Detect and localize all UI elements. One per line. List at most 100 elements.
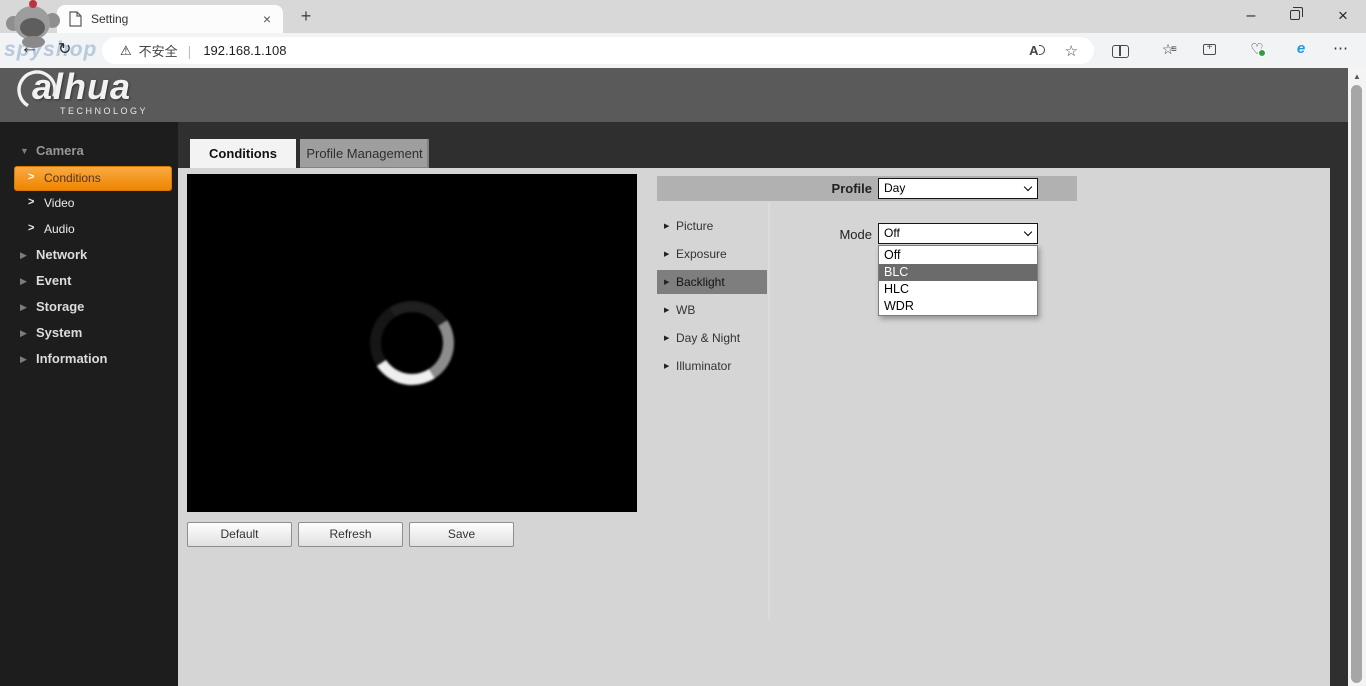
sidebar-item-event[interactable]: ▶ Event (0, 271, 178, 293)
screen: Setting × + – × spyshop ← ↻ ⚠ 不安全 | 192.… (0, 0, 1366, 686)
panel-item-label: Backlight (676, 275, 725, 289)
panel-item-wb[interactable]: ▶ WB (657, 298, 767, 322)
panel-item-exposure[interactable]: ▶ Exposure (657, 242, 767, 266)
sidebar-item-conditions[interactable]: > Conditions (14, 166, 172, 191)
sidebar-item-video[interactable]: > Video (0, 194, 178, 214)
logo-subtext: TECHNOLOGY (60, 106, 148, 116)
sidebar-item-system[interactable]: ▶ System (0, 323, 178, 345)
collapsed-triangle-icon: ▶ (20, 302, 27, 313)
panel-item-label: Picture (676, 219, 713, 233)
panel-item-label: Exposure (676, 247, 727, 261)
panel-item-label: Day & Night (676, 331, 740, 345)
collapsed-triangle-icon: ▶ (20, 250, 27, 261)
tab-conditions[interactable]: Conditions (190, 139, 296, 168)
chevron-down-icon (1024, 228, 1032, 236)
collections-plus: + (1204, 42, 1215, 53)
browser-scrollbar[interactable]: ▲ (1348, 68, 1366, 686)
url-text[interactable]: 192.168.1.108 (203, 43, 1029, 58)
mascot-body (22, 36, 45, 48)
scroll-up-icon[interactable]: ▲ (1348, 72, 1366, 81)
tab-profile-management[interactable]: Profile Management (300, 139, 429, 168)
sidebar: ▼ Camera > Conditions > Video > Audio ▶ … (0, 122, 178, 686)
mode-label: Mode (786, 227, 872, 242)
favorites-list-lines: ≡ (1171, 44, 1177, 55)
split-screen-icon[interactable] (1112, 45, 1129, 58)
scrollbar-thumb[interactable] (1351, 85, 1362, 683)
sidebar-item-label: Storage (36, 299, 84, 314)
panel-item-day-night[interactable]: ▶ Day & Night (657, 326, 767, 350)
profile-select[interactable]: Day (878, 178, 1038, 199)
refresh-button[interactable]: Refresh (298, 522, 403, 547)
logo-text: alhua (32, 66, 131, 108)
sidebar-item-camera[interactable]: ▼ Camera (0, 141, 178, 163)
save-button[interactable]: Save (409, 522, 514, 547)
window-minimize-button[interactable]: – (1230, 3, 1272, 30)
expanded-triangle-icon: ▼ (20, 146, 29, 156)
url-separator: | (188, 43, 192, 59)
sidebar-item-network[interactable]: ▶ Network (0, 245, 178, 267)
arrow-right-icon: ▶ (664, 250, 669, 258)
security-warning-text[interactable]: 不安全 (139, 41, 178, 60)
mode-dropdown-list: Off BLC HLC WDR (878, 245, 1038, 316)
mode-option-blc[interactable]: BLC (879, 264, 1037, 281)
sidebar-item-label: Audio (44, 222, 75, 236)
chevron-right-icon: > (28, 196, 34, 208)
panel-divider (768, 202, 770, 620)
app-header: alhua TECHNOLOGY Live Playback Setting A… (0, 68, 1348, 122)
sidebar-item-label: Camera (36, 143, 84, 158)
browser-address-bar: spyshop ← ↻ ⚠ 不安全 | 192.168.1.108 A ☆ ☆ … (0, 33, 1366, 68)
sidebar-item-information[interactable]: ▶ Information (0, 349, 178, 371)
panel-item-illuminator[interactable]: ▶ Illuminator (657, 354, 767, 378)
default-button[interactable]: Default (187, 522, 292, 547)
chevron-right-icon: > (28, 222, 34, 234)
loading-spinner-icon (362, 293, 462, 393)
mode-select-value: Off (884, 226, 900, 240)
window-close-button[interactable]: × (1322, 3, 1364, 30)
favorites-list-icon[interactable]: ☆ ≡ (1156, 41, 1180, 61)
arrow-right-icon: ▶ (664, 222, 669, 230)
chevron-down-icon (1024, 183, 1032, 191)
panel-item-picture[interactable]: ▶ Picture (657, 214, 767, 238)
arrow-right-icon: ▶ (664, 278, 669, 286)
more-menu-icon[interactable]: ⋯ (1330, 39, 1352, 59)
mascot-hat-dot (29, 0, 37, 8)
mode-option-wdr[interactable]: WDR (879, 298, 1037, 315)
browser-essentials-icon[interactable]: ♡ (1246, 40, 1268, 60)
panel-item-label: Illuminator (676, 359, 731, 373)
sidebar-item-label: Conditions (44, 171, 101, 185)
favorite-star-icon[interactable]: ☆ (1065, 42, 1078, 60)
panel-item-label: WB (676, 303, 695, 317)
ie-mode-icon[interactable]: e (1290, 40, 1312, 60)
mode-select[interactable]: Off (878, 223, 1038, 244)
mode-option-off[interactable]: Off (879, 247, 1037, 264)
mascot-face (20, 18, 45, 37)
panel-item-backlight[interactable]: ▶ Backlight (657, 270, 767, 294)
collapsed-triangle-icon: ▶ (20, 354, 27, 365)
sidebar-item-storage[interactable]: ▶ Storage (0, 297, 178, 319)
window-restore-button[interactable] (1290, 10, 1300, 20)
profile-select-value: Day (884, 181, 905, 195)
sidebar-item-label: Video (44, 196, 74, 210)
profile-band: Profile Day (657, 176, 1077, 201)
collapsed-triangle-icon: ▶ (20, 328, 27, 339)
chevron-right-icon: > (28, 171, 34, 183)
sidebar-item-label: Network (36, 247, 87, 262)
collapsed-triangle-icon: ▶ (20, 276, 27, 287)
tab-close-icon[interactable]: × (259, 11, 275, 27)
browser-tab-setting[interactable]: Setting × (57, 5, 283, 33)
arrow-right-icon: ▶ (664, 306, 669, 314)
new-tab-button[interactable]: + (294, 4, 318, 28)
sidebar-item-audio[interactable]: > Audio (0, 220, 178, 240)
arrow-right-icon: ▶ (664, 362, 669, 370)
mascot-watermark-icon (6, 0, 62, 48)
video-preview (187, 174, 637, 512)
essentials-status-dot (1258, 49, 1266, 57)
read-aloud-icon[interactable]: A (1029, 43, 1038, 58)
arrow-right-icon: ▶ (664, 334, 669, 342)
mode-option-hlc[interactable]: HLC (879, 281, 1037, 298)
tab-title: Setting (91, 12, 259, 26)
collections-icon[interactable]: + (1203, 44, 1216, 55)
url-field[interactable]: ⚠ 不安全 | 192.168.1.108 A ☆ (102, 37, 1094, 64)
sidebar-item-label: Information (36, 351, 108, 366)
page-favicon-document-icon (69, 11, 82, 27)
